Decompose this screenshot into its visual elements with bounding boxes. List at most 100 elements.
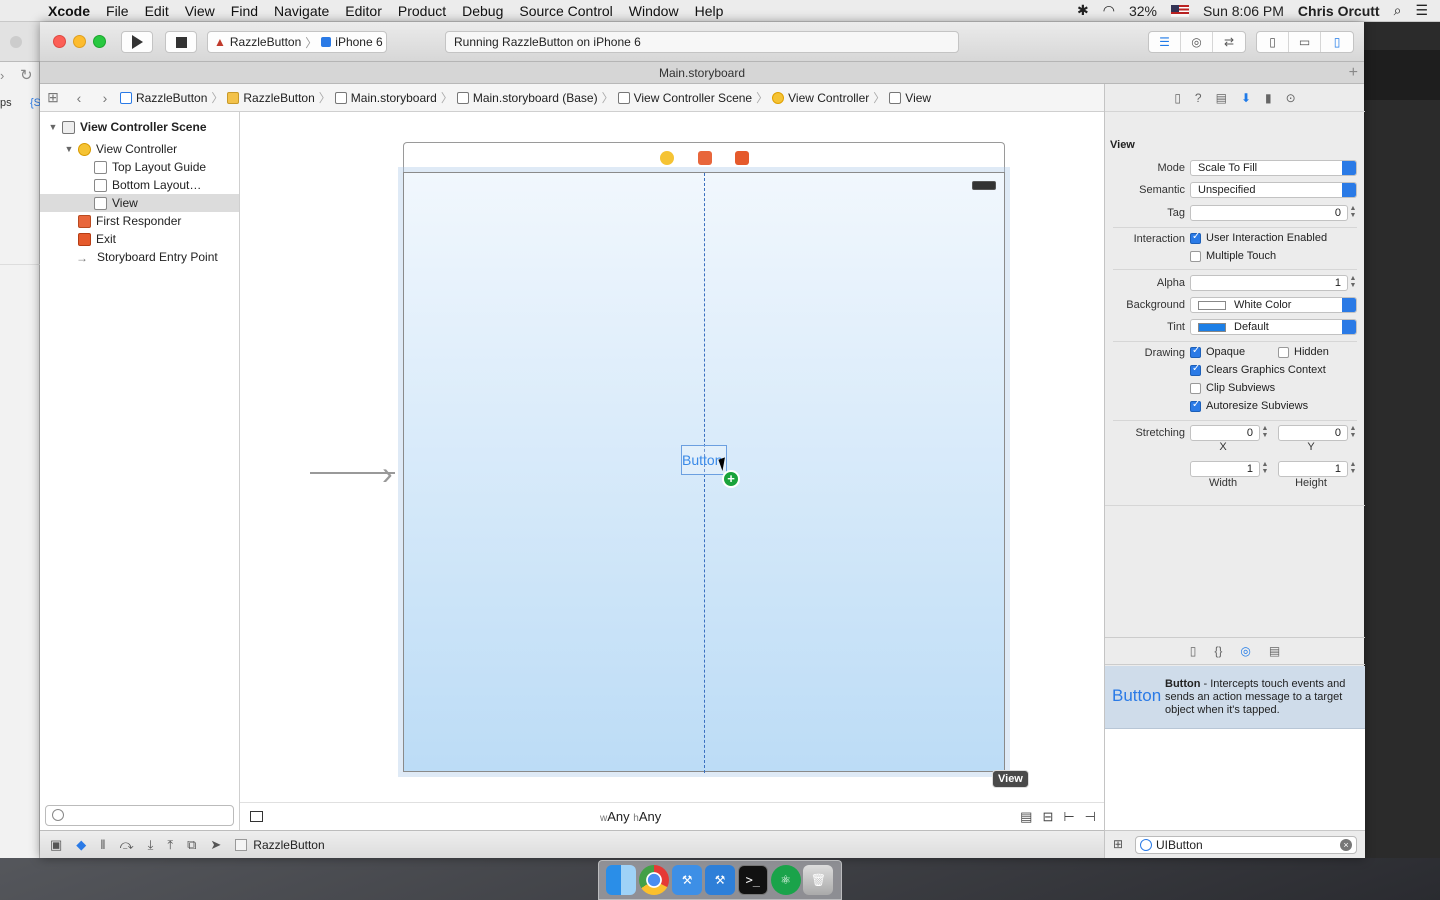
code-snippet-library-icon[interactable]: {} (1214, 644, 1222, 658)
stretch-x-field[interactable]: 0 (1190, 425, 1260, 441)
add-tab-icon[interactable]: + (1349, 62, 1358, 84)
menu-view[interactable]: View (177, 3, 223, 19)
clears-context-checkbox[interactable]: Clears Graphics Context (1190, 363, 1326, 376)
scheme-selector[interactable]: ▲ RazzleButton 〉 iPhone 6 (207, 31, 387, 53)
trash-icon[interactable]: 🗑 (803, 865, 834, 895)
battery-percent[interactable]: 32% (1129, 3, 1157, 19)
identity-inspector-icon[interactable]: ▤ (1216, 91, 1227, 105)
pause-icon[interactable]: ‖ (100, 837, 105, 852)
quick-help-icon[interactable]: ? (1195, 91, 1202, 105)
menu-editor[interactable]: Editor (337, 3, 390, 19)
alpha-stepper[interactable]: ▲ ▼ (1349, 275, 1357, 291)
disclosure-triangle-icon[interactable]: ▼ (64, 144, 74, 154)
breakpoints-icon[interactable]: ◆ (76, 837, 86, 853)
stretch-width-field[interactable]: 1 (1190, 461, 1260, 477)
stretch-y-stepper[interactable]: ▲ ▼ (1349, 425, 1357, 441)
mode-popup[interactable]: Scale To Fill (1190, 160, 1357, 176)
tag-stepper[interactable]: ▲ ▼ (1349, 205, 1357, 221)
step-over-icon[interactable]: ⤼ (120, 837, 134, 853)
scene-view[interactable]: Button + (398, 167, 1010, 777)
menu-source-control[interactable]: Source Control (511, 3, 620, 19)
file-template-library-icon[interactable]: ▯ (1190, 644, 1197, 658)
attributes-inspector-icon[interactable]: ⬇ (1241, 91, 1251, 105)
xcode-beta-icon[interactable]: ⚒ (704, 865, 735, 895)
opaque-checkbox[interactable]: Opaque (1190, 345, 1245, 358)
tab-main-storyboard[interactable]: Main.storyboard (659, 66, 745, 80)
stretch-x-stepper[interactable]: ▲ ▼ (1261, 425, 1269, 441)
embed-in-stack-icon[interactable]: ▤ (1020, 809, 1032, 825)
disclosure-triangle-icon[interactable]: ▼ (48, 122, 58, 132)
semantic-popup[interactable]: Unspecified (1190, 182, 1357, 198)
connections-inspector-icon[interactable]: ⊙ (1286, 91, 1296, 105)
menu-product[interactable]: Product (390, 3, 454, 19)
menu-window[interactable]: Window (621, 3, 687, 19)
hidden-checkbox[interactable]: Hidden (1278, 346, 1329, 358)
size-class-control[interactable]: wAny hAny (600, 809, 661, 824)
show-outline-icon[interactable] (250, 811, 263, 822)
wifi-icon[interactable]: ◠ (1103, 2, 1115, 19)
related-items-icon[interactable]: ⊞ (40, 89, 66, 106)
outline-entry-point[interactable]: → Storyboard Entry Point (40, 248, 239, 266)
alpha-field[interactable]: 1 (1190, 275, 1348, 291)
back-icon[interactable]: ‹ (66, 90, 92, 106)
pin-icon[interactable]: ⊢ (1063, 809, 1074, 825)
outline-view[interactable]: View (40, 194, 239, 212)
flag-icon[interactable] (1170, 4, 1189, 17)
terminal-icon[interactable]: >_ (737, 865, 768, 895)
multiple-touch-checkbox[interactable]: Multiple Touch (1190, 250, 1276, 262)
notification-center-icon[interactable]: ☰ (1415, 2, 1428, 19)
outline-first-responder[interactable]: First Responder (40, 212, 239, 230)
breadcrumb-scene[interactable]: View Controller Scene (616, 91, 755, 105)
size-inspector-icon[interactable]: ▮ (1265, 91, 1272, 105)
outline-bottom-layout-guide[interactable]: Bottom Layout… (40, 176, 239, 194)
debug-target[interactable]: RazzleButton (235, 838, 325, 852)
tint-popup[interactable]: Default (1190, 319, 1357, 335)
atom-icon[interactable]: ⚛ (770, 865, 801, 895)
stop-button[interactable] (165, 31, 197, 53)
object-library-icon[interactable]: ◎ (1240, 644, 1250, 658)
standard-editor-icon[interactable]: ☰ (1149, 32, 1181, 52)
media-library-icon[interactable]: ▤ (1269, 644, 1280, 658)
breadcrumb-view-controller[interactable]: View Controller (770, 91, 871, 105)
menu-user[interactable]: Chris Orcutt (1298, 3, 1380, 19)
step-out-icon[interactable]: ⤒ (167, 837, 173, 853)
grid-view-icon[interactable]: ⊞ (1113, 837, 1123, 851)
menu-find[interactable]: Find (223, 3, 266, 19)
location-icon[interactable]: ➤ (210, 837, 221, 853)
first-responder-icon[interactable] (698, 151, 712, 165)
stretch-height-stepper[interactable]: ▲ ▼ (1349, 461, 1357, 477)
breadcrumb-storyboard-base[interactable]: Main.storyboard (Base) (455, 91, 600, 105)
step-into-icon[interactable]: ⤓ (148, 837, 154, 853)
resolve-issues-icon[interactable]: ⊣ (1085, 809, 1096, 825)
forward-icon[interactable]: › (92, 90, 118, 106)
view-controller-icon[interactable] (660, 151, 674, 165)
library-search-input[interactable]: UIButton × (1135, 836, 1357, 854)
menu-help[interactable]: Help (687, 3, 732, 19)
spotlight-icon[interactable]: ⌕ (1394, 2, 1402, 19)
menu-debug[interactable]: Debug (454, 3, 511, 19)
outline-exit[interactable]: Exit (40, 230, 239, 248)
file-inspector-icon[interactable]: ▯ (1174, 91, 1181, 105)
stretch-height-field[interactable]: 1 (1278, 461, 1348, 477)
hide-debug-area-icon[interactable]: ▣ (50, 837, 62, 853)
version-editor-icon[interactable]: ⇄ (1213, 32, 1245, 52)
autoresize-checkbox[interactable]: Autoresize Subviews (1190, 399, 1308, 412)
exit-icon[interactable] (735, 151, 749, 165)
menu-edit[interactable]: Edit (137, 3, 177, 19)
outline-top-layout-guide[interactable]: Top Layout Guide (40, 158, 239, 176)
clip-subviews-checkbox[interactable]: Clip Subviews (1190, 382, 1275, 394)
utilities-toggle-icon[interactable]: ▯ (1321, 32, 1353, 52)
debug-area-toggle-icon[interactable]: ▭ (1289, 32, 1321, 52)
menu-navigate[interactable]: Navigate (266, 3, 337, 19)
clear-search-icon[interactable]: × (1340, 839, 1352, 851)
bluetooth-icon[interactable]: ✱ (1077, 2, 1089, 19)
library-item-button[interactable]: Button Button - Intercepts touch events … (1105, 666, 1365, 729)
assistant-editor-icon[interactable]: ◎ (1181, 32, 1213, 52)
breadcrumb-view[interactable]: View (887, 91, 933, 105)
zoom-window-button[interactable] (93, 35, 106, 48)
minimize-window-button[interactable] (73, 35, 86, 48)
outline-filter-input[interactable] (45, 805, 234, 826)
background-popup[interactable]: White Color (1190, 297, 1357, 313)
outline-scene[interactable]: ▼ View Controller Scene (40, 118, 239, 136)
align-icon[interactable]: ⊟ (1042, 809, 1053, 825)
